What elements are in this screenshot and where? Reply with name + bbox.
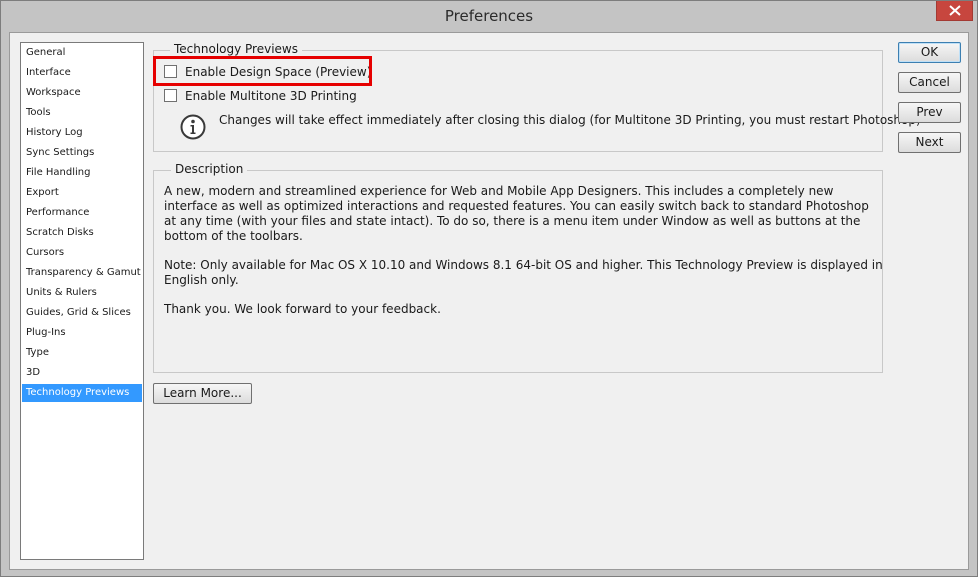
dialog-body: General Interface Workspace Tools Histor… (9, 32, 969, 570)
sidebar-item-history-log[interactable]: History Log (22, 124, 142, 142)
design-space-label[interactable]: Enable Design Space (Preview) (185, 63, 371, 81)
technology-previews-group-title: Technology Previews (170, 42, 302, 56)
multitone-label[interactable]: Enable Multitone 3D Printing (185, 87, 357, 105)
sidebar-item-export[interactable]: Export (22, 184, 142, 202)
close-icon (949, 5, 961, 16)
cancel-button[interactable]: Cancel (898, 72, 961, 93)
sidebar-item-cursors[interactable]: Cursors (22, 244, 142, 262)
sidebar-item-plug-ins[interactable]: Plug-Ins (22, 324, 142, 342)
description-paragraph-1: A new, modern and streamlined experience… (164, 184, 869, 243)
sidebar-item-units-rulers[interactable]: Units & Rulers (22, 284, 142, 302)
sidebar-item-guides-grid-slices[interactable]: Guides, Grid & Slices (22, 304, 142, 322)
description-group-title: Description (171, 162, 248, 176)
next-button[interactable]: Next (898, 132, 961, 153)
sidebar-item-technology-previews[interactable]: Technology Previews (22, 384, 142, 402)
description-text: A new, modern and streamlined experience… (164, 184, 884, 331)
design-space-checkbox[interactable] (164, 65, 177, 78)
sidebar-item-file-handling[interactable]: File Handling (22, 164, 142, 182)
info-message: Changes will take effect immediately aft… (219, 113, 921, 127)
description-paragraph-3: Thank you. We look forward to your feedb… (164, 302, 441, 316)
sidebar-item-type[interactable]: Type (22, 344, 142, 362)
title-bar[interactable]: Preferences (1, 1, 977, 32)
info-icon (180, 114, 206, 140)
learn-more-button[interactable]: Learn More... (153, 383, 252, 404)
close-button[interactable] (936, 1, 973, 21)
preferences-window: Preferences General Interface Workspace … (0, 0, 978, 577)
preferences-category-list[interactable]: General Interface Workspace Tools Histor… (20, 42, 144, 560)
sidebar-item-workspace[interactable]: Workspace (22, 84, 142, 102)
sidebar-item-3d[interactable]: 3D (22, 364, 142, 382)
sidebar-item-transparency-gamut[interactable]: Transparency & Gamut (22, 264, 142, 282)
multitone-checkbox[interactable] (164, 89, 177, 102)
sidebar-item-sync-settings[interactable]: Sync Settings (22, 144, 142, 162)
description-paragraph-2: Note: Only available for Mac OS X 10.10 … (164, 258, 883, 287)
sidebar-item-performance[interactable]: Performance (22, 204, 142, 222)
window-title: Preferences (444, 7, 534, 25)
sidebar-item-interface[interactable]: Interface (22, 64, 142, 82)
ok-button[interactable]: OK (898, 42, 961, 63)
sidebar-item-tools[interactable]: Tools (22, 104, 142, 122)
sidebar-item-scratch-disks[interactable]: Scratch Disks (22, 224, 142, 242)
sidebar-item-general[interactable]: General (22, 44, 142, 62)
prev-button[interactable]: Prev (898, 102, 961, 123)
